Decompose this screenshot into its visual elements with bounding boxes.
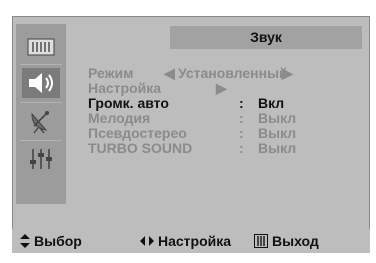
tv-osd-screen: Звук Режим ◀ Установленный ▶ Настройка ▶… <box>0 0 376 263</box>
sidebar-divider <box>20 140 62 141</box>
menu-row-colon: : <box>239 110 244 126</box>
right-arrow-icon[interactable]: ▶ <box>282 66 293 81</box>
menu-row-label: Режим <box>88 65 134 81</box>
menu-row-value: Выкл <box>258 140 297 156</box>
menu-row-value: Выкл <box>258 110 297 126</box>
help-exit: Выход <box>254 233 319 249</box>
menu-row-label: Настройка <box>88 80 162 96</box>
menu-row-label: Псевдостерео <box>88 125 187 141</box>
menu-grid-icon <box>254 234 268 248</box>
speaker-icon <box>29 73 53 93</box>
right-arrow-icon[interactable]: ▶ <box>216 81 227 96</box>
picture-icon <box>27 38 55 56</box>
menu-row-colon: : <box>239 95 244 111</box>
sidebar-divider <box>20 102 62 103</box>
help-select-label: Выбор <box>34 233 82 249</box>
left-right-arrow-icon <box>140 236 154 246</box>
left-arrow-icon[interactable]: ◀ <box>164 66 175 81</box>
menu-row-label: Громк. авто <box>88 95 169 111</box>
menu-row-value: Выкл <box>258 125 297 141</box>
equalizer-sliders-icon <box>30 149 52 169</box>
osd-sidebar <box>16 24 66 204</box>
menu-row-label: TURBO SOUND <box>88 140 193 156</box>
sidebar-item-picture[interactable] <box>22 32 60 62</box>
sidebar-divider <box>20 64 62 65</box>
sidebar-item-sound[interactable] <box>22 68 60 98</box>
menu-title: Звук <box>250 29 282 45</box>
sidebar-item-setup[interactable] <box>22 144 60 174</box>
help-exit-label: Выход <box>272 233 319 249</box>
menu-row-label: Мелодия <box>88 110 151 126</box>
up-down-arrow-icon <box>20 234 30 248</box>
sidebar-item-channel[interactable] <box>22 106 60 136</box>
satellite-dish-icon <box>31 111 49 134</box>
menu-row-colon: : <box>239 125 244 141</box>
menu-row-colon: : <box>239 140 244 156</box>
help-adjust: Настройка <box>140 233 231 249</box>
help-select: Выбор <box>20 233 82 249</box>
help-adjust-label: Настройка <box>158 233 232 249</box>
menu-row-value: Установленный <box>178 65 288 81</box>
menu-row-value: Вкл <box>258 95 285 111</box>
